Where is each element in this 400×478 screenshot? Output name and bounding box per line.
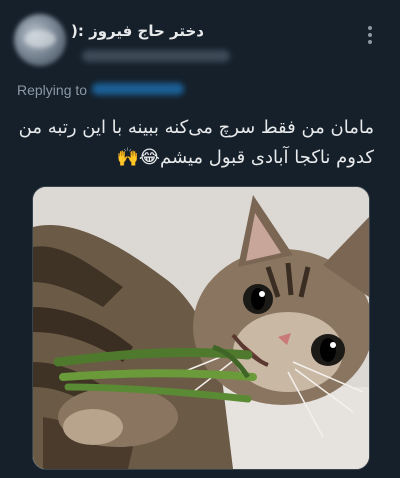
cat-photo-icon	[33, 187, 369, 469]
handle-redacted	[82, 50, 230, 62]
replying-to-label: Replying to	[17, 82, 88, 98]
tweet-media-photo[interactable]	[32, 186, 370, 470]
more-dot	[368, 40, 372, 44]
tweet-text-line-1: مامان من فقط سرچ می‌کنه ببینه با این رتب…	[18, 117, 374, 138]
reply-handle-link[interactable]	[92, 83, 184, 95]
more-dot	[368, 33, 372, 37]
tweet-text: مامان من فقط سرچ می‌کنه ببینه با این رتب…	[14, 113, 374, 173]
tweet: دختر حاج فیروز :( Replying to مامان من ف…	[0, 0, 400, 478]
avatar[interactable]	[14, 14, 66, 66]
display-name[interactable]: دختر حاج فیروز :(	[71, 22, 204, 40]
avatar-image	[24, 30, 56, 48]
more-options-icon[interactable]	[362, 24, 378, 48]
more-dot	[368, 26, 372, 30]
tweet-text-line-2: کدوم ناکجا آبادی قبول میشم😂🙌	[116, 147, 374, 168]
